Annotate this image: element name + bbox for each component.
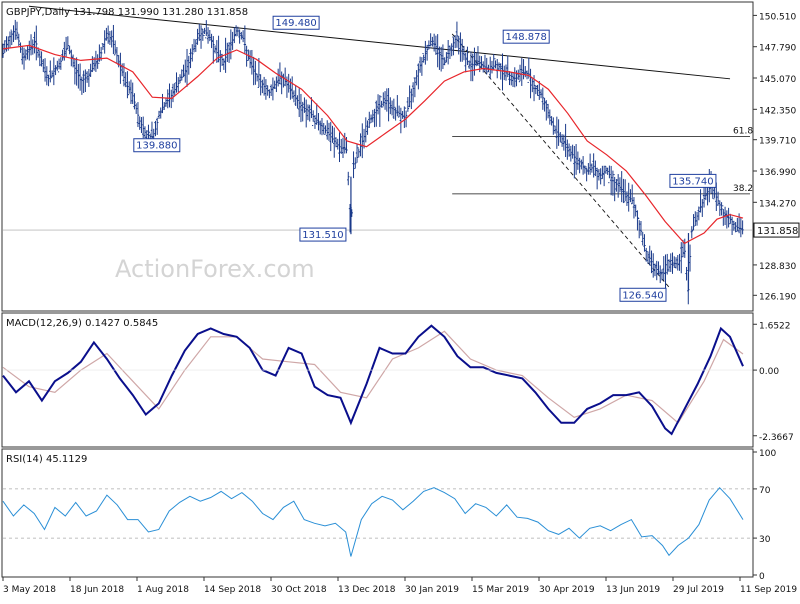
fib-label: 61.8 [733,126,753,136]
price-tick-label: 142.350 [759,106,796,116]
fib-label: 38.2 [733,184,753,194]
price-annotation: 139.880 [136,141,177,152]
rsi-panel-frame [1,448,754,578]
macd-tick-label: 1.6522 [759,321,791,331]
x-tick-label: 30 Oct 2018 [271,585,327,595]
chart-title: GBPJPY,Daily 131.798 131.990 131.280 131… [6,7,248,18]
x-tick-label: 11 Sep 2019 [740,585,797,595]
price-tick-label: 139.710 [759,137,796,147]
price-tick-label: 147.790 [759,44,796,54]
price-tick-label: 134.270 [759,199,796,209]
rsi-tick-label: 0 [759,572,765,582]
x-tick-label: 13 Jun 2019 [606,585,660,595]
macd-panel-frame [1,312,754,448]
rsi-tick-label: 100 [759,449,776,459]
price-tick-label: 128.830 [759,262,796,272]
price-tick-label: 150.510 [759,12,796,22]
macd-label: MACD(12,26,9) 0.1427 0.5845 [6,318,158,329]
price-tick-label: 145.070 [759,75,796,85]
macd-tick-label: -2.3667 [759,433,794,443]
x-tick-label: 18 Jun 2018 [70,585,124,595]
macd-tick-label: 0.00 [759,367,779,377]
x-tick-label: 13 Dec 2018 [338,585,396,595]
rsi-tick-label: 70 [759,486,771,496]
price-annotation: 131.510 [302,230,343,241]
price-annotation: 149.480 [275,18,316,29]
price-annotation: 148.878 [506,32,547,43]
x-tick-label: 30 Jan 2019 [405,585,459,595]
price-tick-label: 136.990 [759,168,796,178]
rsi-tick-label: 30 [759,535,771,545]
chart-svg: ActionForex.com 61.8 38.2 149.480 139.880 13… [1,1,800,595]
price-annotation: 135.740 [672,176,713,187]
chart-root: ActionForex.com 61.8 38.2 149.480 139.880 13… [0,0,800,600]
price-annotation: 126.540 [622,290,663,301]
x-tick-label: 29 Jul 2019 [673,585,724,595]
x-tick-label: 1 Aug 2018 [137,585,189,595]
x-tick-label: 14 Sep 2018 [204,585,261,595]
last-price-label: 131.858 [757,226,798,237]
price-tick-label: 126.190 [759,292,796,302]
x-tick-label: 15 Mar 2019 [472,585,529,595]
x-tick-label: 3 May 2018 [3,585,56,595]
x-tick-label: 30 Apr 2019 [539,585,595,595]
rsi-label: RSI(14) 45.1129 [6,454,87,465]
watermark: ActionForex.com [115,255,315,283]
